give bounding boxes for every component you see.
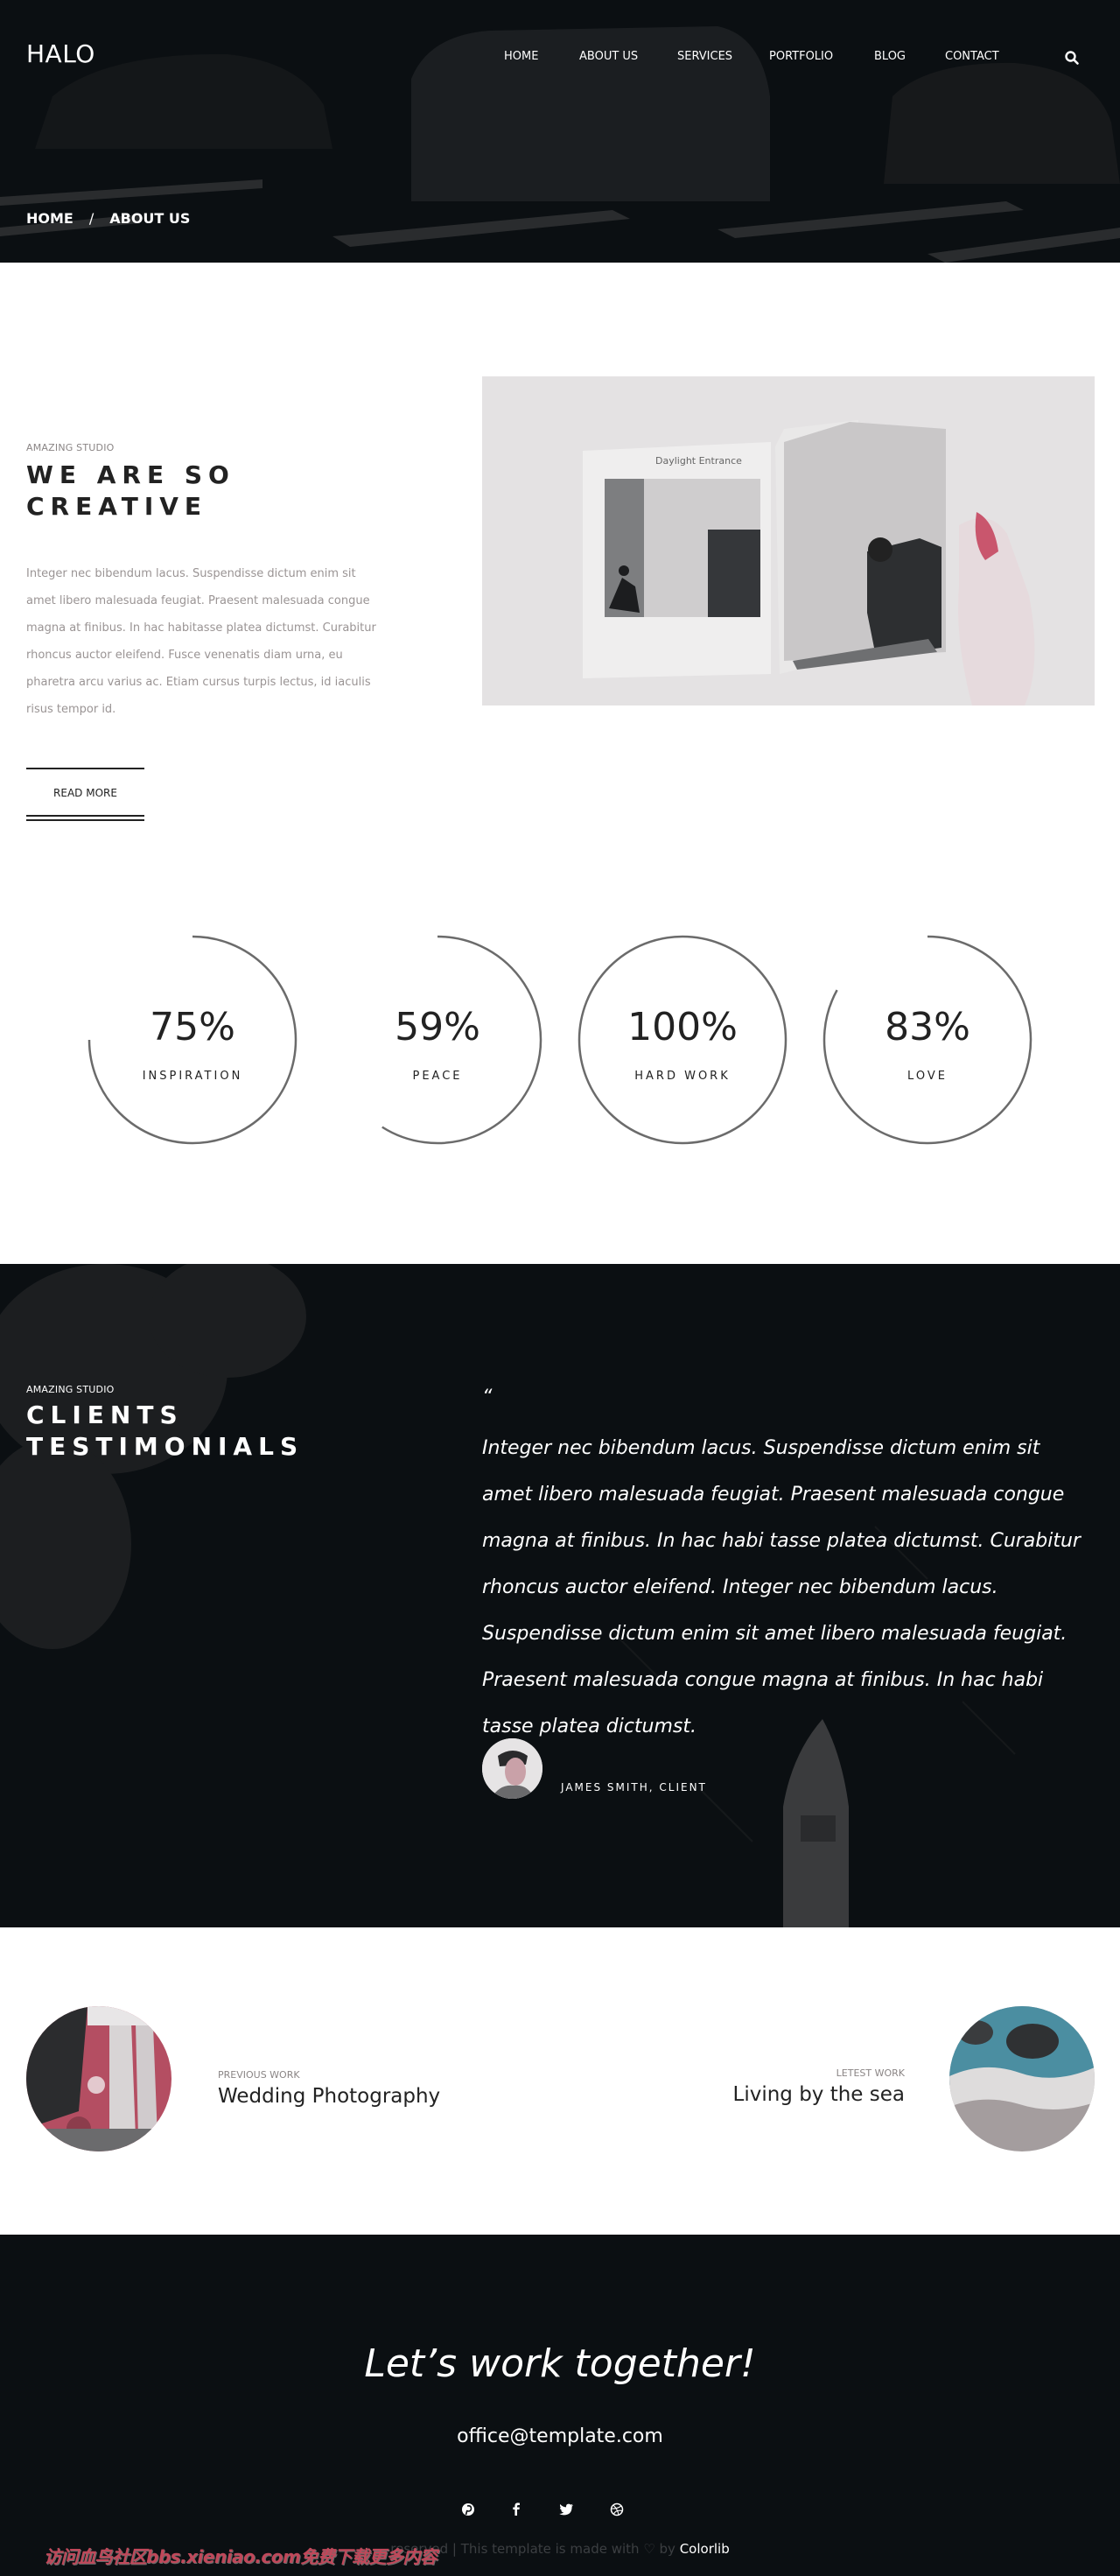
- about-eyebrow: AMAZING STUDIO: [26, 442, 115, 453]
- read-more-bottom-line-2: [26, 819, 144, 821]
- nav-blog[interactable]: BLOG: [874, 50, 906, 63]
- hero-header: HALO HOME ABOUT US SERVICES PORTFOLIO BL…: [0, 0, 1120, 263]
- facebook-icon[interactable]: [508, 2501, 525, 2518]
- stat-hard-work: 100% HARD WORK: [578, 935, 788, 1145]
- testimonials-eyebrow: AMAZING STUDIO: [26, 1384, 115, 1395]
- watermark-text: 访问血鸟社区bbs.xieniao.com免费下载更多内容: [44, 2546, 438, 2567]
- breadcrumb-separator: /: [88, 210, 94, 227]
- footer-email-link[interactable]: office@template.com: [0, 2425, 1120, 2447]
- stat-label: HARD WORK: [634, 1070, 731, 1083]
- testimonials-section: AMAZING STUDIO CLIENTS TESTIMONIALS “ In…: [0, 1264, 1120, 1927]
- client-photo: [482, 1738, 542, 1799]
- nav-home[interactable]: HOME: [504, 50, 538, 63]
- stat-label: LOVE: [907, 1070, 948, 1083]
- stat-value: 75%: [150, 1005, 235, 1049]
- previous-work-image[interactable]: [26, 2006, 172, 2151]
- previous-work-title[interactable]: Wedding Photography: [218, 2085, 440, 2108]
- about-heading-line1: WE ARE SO: [26, 460, 235, 489]
- stat-label: PEACE: [412, 1070, 463, 1083]
- read-more-top-line: [26, 768, 144, 769]
- main-nav: HOME ABOUT US SERVICES PORTFOLIO BLOG CO…: [0, 50, 1120, 67]
- nav-services[interactable]: SERVICES: [677, 50, 732, 63]
- twitter-icon[interactable]: [557, 2501, 575, 2518]
- nav-contact[interactable]: CONTACT: [945, 50, 999, 63]
- stat-inspiration: 75% INSPIRATION: [88, 935, 298, 1145]
- testimonials-heading-line1: CLIENTS: [26, 1400, 184, 1429]
- client-name: JAMES SMITH, CLIENT: [561, 1781, 707, 1793]
- testimonials-heading: CLIENTS TESTIMONIALS: [26, 1400, 304, 1463]
- stat-love: 83% LOVE: [822, 935, 1032, 1145]
- about-heading-line2: CREATIVE: [26, 492, 208, 521]
- breadcrumb-home[interactable]: HOME: [26, 210, 74, 227]
- about-image: Daylight Entrance: [482, 376, 1095, 705]
- wedding-photo: [26, 2006, 172, 2151]
- previous-work-eyebrow: PREVIOUS WORK: [218, 2069, 300, 2081]
- read-more-button[interactable]: READ MORE: [26, 768, 144, 822]
- open-book-photo: Daylight Entrance: [482, 376, 1095, 705]
- breadcrumb-current: ABOUT US: [109, 210, 191, 227]
- client-avatar: [482, 1738, 542, 1799]
- stat-peace: 59% PEACE: [332, 935, 542, 1145]
- quote-icon: “: [482, 1386, 493, 1408]
- nav-portfolio[interactable]: PORTFOLIO: [769, 50, 833, 63]
- about-body: Integer nec bibendum lacus. Suspendisse …: [26, 567, 376, 716]
- latest-work-eyebrow: LETEST WORK: [836, 2067, 905, 2079]
- pinterest-icon[interactable]: [459, 2501, 477, 2518]
- latest-work-title[interactable]: Living by the sea: [733, 2083, 906, 2106]
- colorlib-link[interactable]: Colorlib: [680, 2541, 730, 2557]
- breadcrumb: HOME / ABOUT US: [26, 210, 190, 227]
- footer: Let’s work together! office@template.com…: [0, 2235, 1120, 2576]
- stat-value: 59%: [395, 1005, 480, 1049]
- testimonials-heading-line2: TESTIMONIALS: [26, 1432, 304, 1461]
- footer-cta: Let’s work together!: [364, 2341, 756, 2386]
- stat-label: INSPIRATION: [142, 1070, 243, 1083]
- read-more-label: READ MORE: [53, 787, 117, 799]
- sea-photo: [949, 2006, 1095, 2151]
- book-caption: Daylight Entrance: [655, 455, 742, 467]
- stat-value: 100%: [627, 1005, 738, 1049]
- latest-work-image[interactable]: [949, 2006, 1095, 2151]
- dribbble-icon[interactable]: [608, 2501, 626, 2518]
- search-icon[interactable]: [1064, 50, 1080, 66]
- nav-about-us[interactable]: ABOUT US: [579, 50, 638, 63]
- read-more-bottom-line: [26, 815, 144, 817]
- testimonial-quote: Integer nec bibendum lacus. Suspendisse …: [482, 1437, 1081, 1737]
- about-heading: WE ARE SO CREATIVE: [26, 460, 235, 523]
- stat-value: 83%: [885, 1005, 970, 1049]
